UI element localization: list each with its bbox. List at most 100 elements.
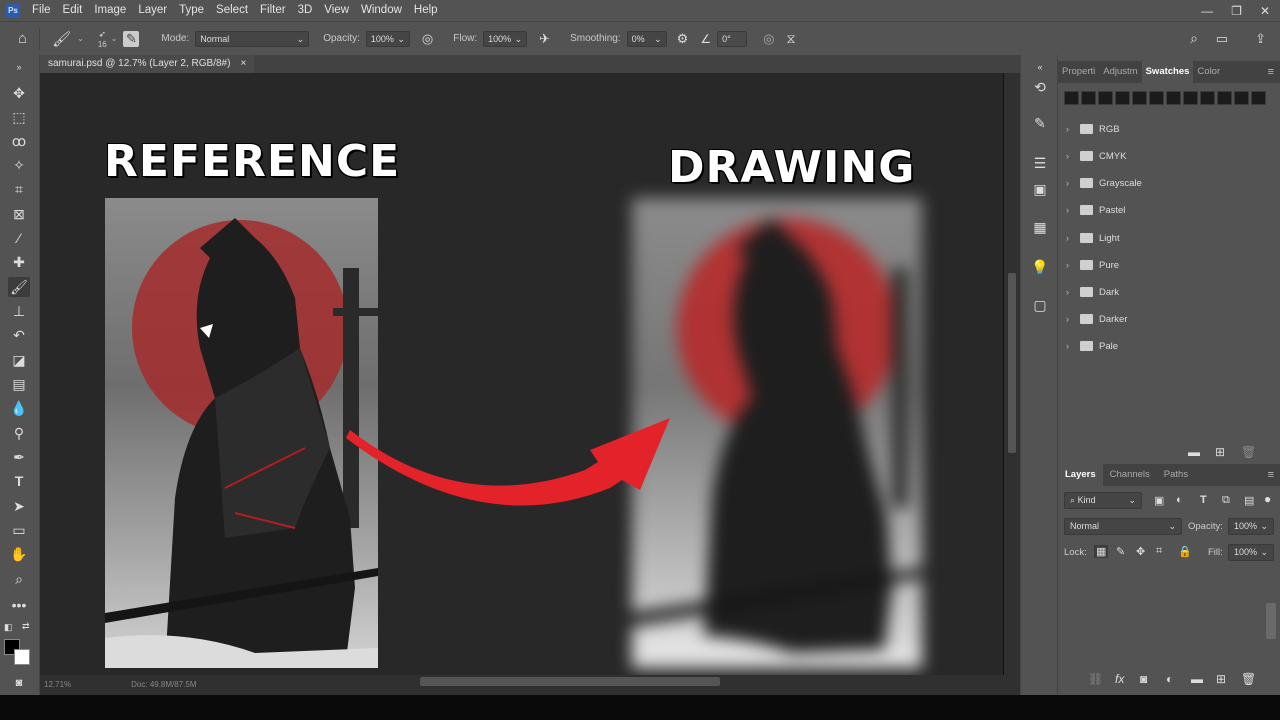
fill-input[interactable]: 100% ⌄ [1228,544,1274,561]
new-group-icon[interactable]: ▬ [1188,445,1200,459]
smart-object-filter-icon[interactable]: ▤ [1244,494,1254,507]
delete-layer-icon[interactable]: 🗑 [1241,672,1256,686]
swatch-folder-grayscale[interactable]: › Grayscale [1066,172,1142,194]
trash-icon[interactable]: 🗑 [1241,445,1256,459]
document-tab[interactable]: samurai.psd @ 12.7% (Layer 2, RGB/8#) × [40,55,255,73]
brush-tool-icon[interactable]: 🖌 [8,277,30,297]
swatch-cell[interactable] [1115,91,1130,105]
stamp-tool-icon[interactable]: ⊥ [8,301,30,321]
pen-tool-icon[interactable]: ✒ [8,447,30,467]
layer-filter-select[interactable]: ⌕ Kind ⌄ [1064,492,1142,509]
frame-tool-icon[interactable]: ⊠ [8,204,30,224]
share-icon[interactable]: ⇪ [1255,31,1266,47]
layer-comps-icon[interactable]: ▣ [1030,179,1050,199]
tab-color[interactable]: Color [1193,61,1224,83]
symmetry-icon[interactable]: ⧖ [786,31,795,47]
shape-filter-icon[interactable]: ⧉ [1222,494,1230,507]
menu-edit[interactable]: Edit [57,0,89,21]
opacity-input[interactable]: 100% ⌄ [365,30,410,47]
swatch-cell[interactable] [1166,91,1181,105]
search-icon[interactable]: ⌕ [1190,30,1198,47]
menu-window[interactable]: Window [355,0,408,21]
grid-panel-icon[interactable]: ▦ [1030,217,1050,237]
history-brush-tool-icon[interactable]: ↶ [8,325,30,345]
layer-style-icon[interactable]: fx [1115,672,1124,686]
brush-panel-icon[interactable]: ✎ [123,30,140,47]
adjustment-layer-icon[interactable]: ◐ [1166,672,1173,686]
tab-channels[interactable]: Channels [1103,464,1157,486]
menu-filter[interactable]: Filter [254,0,292,21]
swatch-folder-pure[interactable]: › Pure [1066,254,1119,276]
smoothing-input[interactable]: 0% ⌄ [626,30,667,47]
brush-preset-icon[interactable]: 🖌 [52,30,71,48]
panel-menu-icon[interactable]: ≡ [1268,66,1274,78]
swatch-folder-cmyk[interactable]: › CMYK [1066,145,1126,167]
close-icon[interactable]: ✕ [1260,4,1270,18]
layer-mask-icon[interactable]: ◙ [1140,672,1147,686]
home-icon[interactable]: ⌂ [18,30,27,47]
quick-select-tool-icon[interactable]: ✧ [8,155,30,175]
swatch-folder-dark[interactable]: › Dark [1066,281,1119,303]
swatch-folder-rgb[interactable]: › RGB [1066,118,1120,140]
hand-tool-icon[interactable]: ✋ [8,544,30,564]
layer-opacity-input[interactable]: 100% ⌄ [1228,518,1274,535]
mode-select[interactable]: Normal ⌄ [195,30,310,47]
link-layers-icon[interactable]: ⛓ [1088,672,1103,686]
vertical-scrollbar[interactable] [1004,73,1020,675]
airbrush-icon[interactable]: ✈ [539,31,550,47]
menu-image[interactable]: Image [88,0,132,21]
background-color-swatch[interactable] [14,649,30,665]
rectangle-tool-icon[interactable]: ▭ [8,520,30,540]
chevron-down-icon[interactable]: ⌄ [77,34,84,43]
adjustment-filter-icon[interactable]: ◐ [1176,494,1183,506]
swatch-cell[interactable] [1234,91,1249,105]
gradient-tool-icon[interactable]: ▤ [8,374,30,394]
menu-help[interactable]: Help [408,0,444,21]
swatch-folder-pale[interactable]: › Pale [1066,335,1118,357]
close-tab-icon[interactable]: × [240,55,246,73]
swatch-cell[interactable] [1081,91,1096,105]
horizontal-scroll-thumb[interactable] [420,677,720,686]
dodge-tool-icon[interactable]: ⚲ [8,423,30,443]
menu-view[interactable]: View [318,0,355,21]
blur-tool-icon[interactable]: 💧 [8,398,30,418]
layers-scroll-thumb[interactable] [1266,603,1276,639]
brush-settings-icon[interactable]: ✎ [1030,113,1050,133]
swap-colors-icon[interactable]: ⇄ [22,621,30,632]
lock-all-icon[interactable]: 🔒 [1178,545,1192,558]
tab-paths[interactable]: Paths [1157,464,1195,486]
healing-brush-tool-icon[interactable]: ✚ [8,252,30,272]
minimize-icon[interactable]: — [1201,4,1213,18]
more-tools-icon[interactable]: ••• [8,595,30,615]
tab-properties[interactable]: Properti [1058,61,1099,83]
path-selection-tool-icon[interactable]: ➤ [8,496,30,516]
swatch-cell[interactable] [1200,91,1215,105]
type-filter-icon[interactable]: T [1200,494,1207,506]
restore-icon[interactable]: ❐ [1231,4,1242,18]
swatch-folder-pastel[interactable]: › Pastel [1066,199,1125,221]
lock-image-icon[interactable]: ✎ [1116,545,1125,558]
workspace-icon[interactable]: ▭ [1216,31,1228,47]
menu-3d[interactable]: 3D [292,0,319,21]
menu-file[interactable]: File [26,0,57,21]
lock-artboard-icon[interactable]: ⌗ [1156,545,1162,558]
type-tool-icon[interactable]: T [8,471,30,491]
new-group-icon[interactable]: ▬ [1191,672,1203,686]
lock-transparent-icon[interactable]: ▦ [1094,545,1109,558]
eraser-tool-icon[interactable]: ◪ [8,350,30,370]
zoom-tool-icon[interactable]: ⌕ [8,569,30,589]
learn-icon[interactable]: 💡 [1030,257,1050,277]
brush-size-control[interactable]: ➶ 16 [98,29,107,49]
libraries-icon[interactable]: ▢ [1030,295,1050,315]
quick-mask-icon[interactable]: ◙ [8,673,30,693]
gear-icon[interactable]: ⚙ [677,31,689,47]
new-layer-icon[interactable]: ⊞ [1216,672,1226,686]
zoom-level[interactable]: 12.71% [44,680,71,689]
angle-input[interactable]: 0° [717,30,748,47]
chevron-down-icon[interactable]: ⌄ [111,34,118,43]
swatch-cell[interactable] [1149,91,1164,105]
adjustments-icon[interactable]: ☰ [1030,153,1050,173]
panel-menu-icon[interactable]: ≡ [1268,469,1274,481]
history-panel-icon[interactable]: ⟲ [1030,77,1050,97]
swatch-cell[interactable] [1064,91,1079,105]
